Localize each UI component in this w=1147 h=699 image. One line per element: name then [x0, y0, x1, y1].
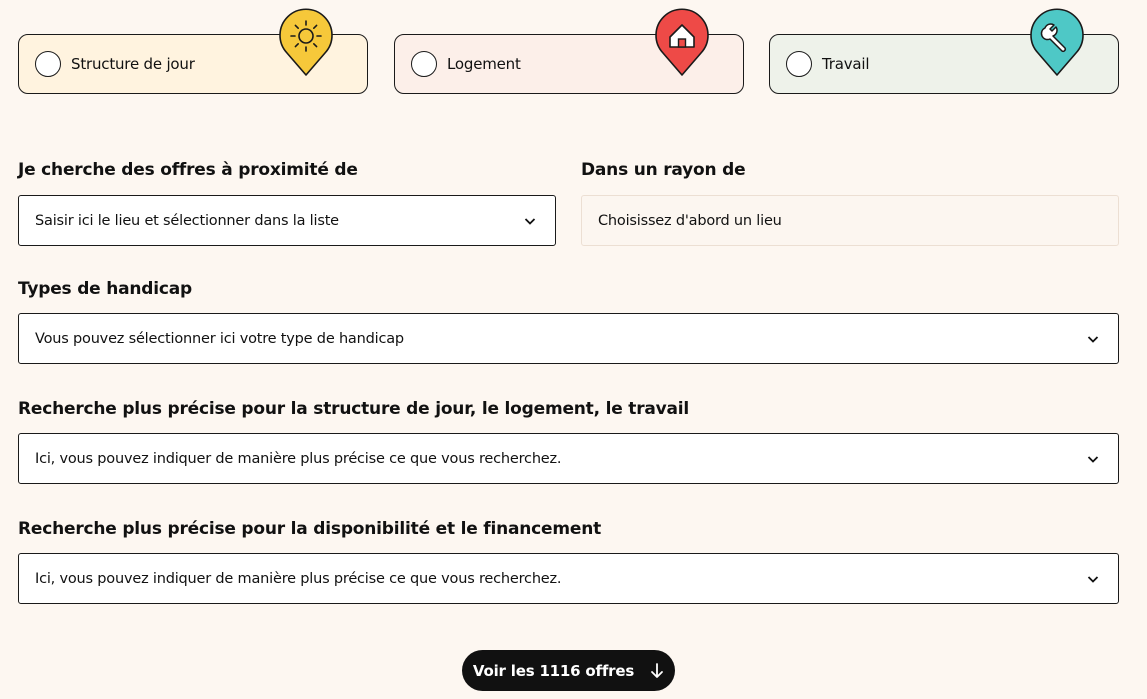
precise-financing-placeholder: Ici, vous pouvez indiquer de manière plu…	[35, 570, 562, 587]
location-select[interactable]: Saisir ici le lieu et sélectionner dans …	[18, 195, 556, 246]
chevron-down-icon	[1087, 455, 1099, 463]
radius-select: Choisissez d'abord un lieu	[581, 195, 1119, 246]
handicap-label: Types de handicap	[18, 279, 193, 299]
show-offers-label: Voir les 1116 offres	[472, 661, 635, 680]
radius-label: Dans un rayon de	[581, 160, 746, 180]
wrench-icon	[1030, 8, 1084, 76]
category-structure-de-jour[interactable]: Structure de jour	[18, 8, 368, 94]
search-form: Structure de jour Logement Travail Je ch…	[0, 0, 1147, 699]
radio-button[interactable]	[35, 51, 61, 77]
sun-icon	[279, 8, 333, 76]
radius-placeholder: Choisissez d'abord un lieu	[598, 212, 782, 229]
precise-financing-select[interactable]: Ici, vous pouvez indiquer de manière plu…	[18, 553, 1119, 604]
precise-financing-label: Recherche plus précise pour la disponibi…	[18, 519, 602, 539]
radio-button[interactable]	[411, 51, 437, 77]
precise-structure-select[interactable]: Ici, vous pouvez indiquer de manière plu…	[18, 433, 1119, 484]
precise-structure-placeholder: Ici, vous pouvez indiquer de manière plu…	[35, 450, 562, 467]
arrow-down-icon	[651, 662, 663, 678]
precise-structure-label: Recherche plus précise pour la structure…	[18, 399, 690, 419]
category-label: Travail	[822, 55, 870, 73]
house-icon	[655, 8, 709, 76]
chevron-down-icon	[1087, 335, 1099, 343]
handicap-select[interactable]: Vous pouvez sélectionner ici votre type …	[18, 313, 1119, 364]
radio-button[interactable]	[786, 51, 812, 77]
category-label: Structure de jour	[71, 55, 195, 73]
chevron-down-icon	[1087, 575, 1099, 583]
category-logement[interactable]: Logement	[394, 8, 744, 94]
handicap-placeholder: Vous pouvez sélectionner ici votre type …	[35, 330, 404, 347]
location-placeholder: Saisir ici le lieu et sélectionner dans …	[35, 212, 339, 229]
chevron-down-icon	[524, 217, 536, 225]
category-label: Logement	[447, 55, 521, 73]
location-label: Je cherche des offres à proximité de	[18, 160, 358, 180]
show-offers-button[interactable]: Voir les 1116 offres	[462, 650, 675, 691]
category-travail[interactable]: Travail	[769, 8, 1119, 94]
